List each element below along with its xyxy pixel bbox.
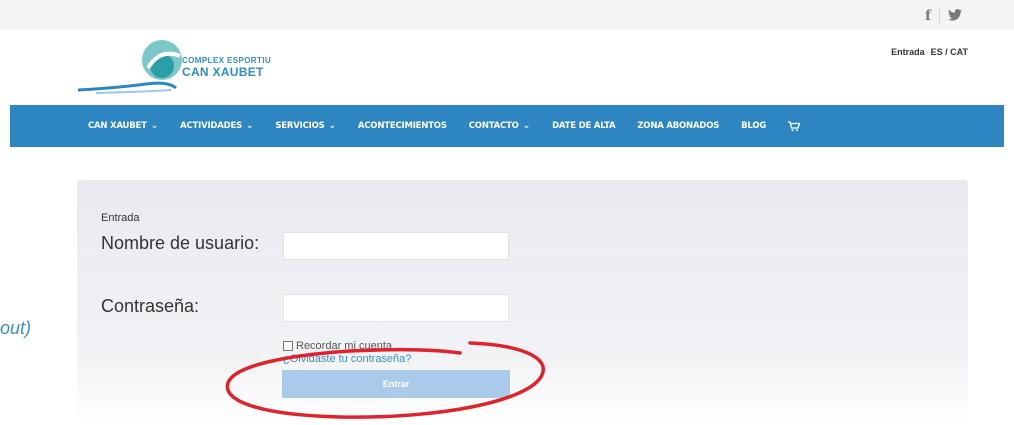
password-label: Contraseña: xyxy=(101,296,200,316)
login-button[interactable]: Entrar xyxy=(282,370,510,398)
logo-title: CAN XAUBET xyxy=(182,65,264,79)
nav-item-contacto[interactable]: CONTACTO ⌄ xyxy=(469,121,531,131)
nav-item-acontecimientos[interactable]: ACONTECIMIENTOS xyxy=(358,121,447,131)
nav-item-servicios[interactable]: SERVICIOS ⌄ xyxy=(275,121,336,131)
facebook-icon[interactable]: f xyxy=(925,8,931,24)
nav-item-zona-abonados[interactable]: ZONA ABONADOS xyxy=(637,121,719,131)
site-header: COMPLEX ESPORTIU CAN XAUBET Entrada ES /… xyxy=(0,30,1014,105)
main-nav: CAN XAUBET ⌄ ACTIVIDADES ⌄ SERVICIOS ⌄ ACON… xyxy=(10,105,1004,147)
entrada-link[interactable]: Entrada xyxy=(891,47,925,57)
chevron-down-icon: ⌄ xyxy=(150,121,159,131)
username-label: Nombre de usuario: xyxy=(101,233,260,253)
language-switch[interactable]: ES / CAT xyxy=(931,47,968,57)
cart-icon[interactable] xyxy=(788,120,801,132)
username-input[interactable] xyxy=(283,232,509,260)
password-input[interactable] xyxy=(283,294,509,322)
chevron-down-icon: ⌄ xyxy=(522,121,531,131)
header-links: Entrada ES / CAT xyxy=(891,47,968,57)
chevron-down-icon: ⌄ xyxy=(328,121,337,131)
nav-item-can-xaubet[interactable]: CAN XAUBET ⌄ xyxy=(88,121,158,131)
logo-subtitle: COMPLEX ESPORTIU xyxy=(182,56,272,65)
top-bar: f xyxy=(0,0,1014,30)
login-panel: Entrada Nombre de usuario: Contraseña: R… xyxy=(77,180,968,425)
remember-label: Recordar mi cuenta xyxy=(296,340,392,352)
cropped-text-fragment: out) xyxy=(0,318,32,338)
nav-item-actividades[interactable]: ACTIVIDADES ⌄ xyxy=(180,121,253,131)
divider xyxy=(939,9,940,23)
chevron-down-icon: ⌄ xyxy=(246,121,254,131)
twitter-icon[interactable] xyxy=(948,8,962,24)
social-links: f xyxy=(925,8,962,24)
nav-item-date-de-alta[interactable]: DATE DE ALTA xyxy=(552,121,615,131)
nav-item-blog[interactable]: BLOG xyxy=(741,121,766,131)
login-title: Entrada xyxy=(101,212,140,224)
forgot-password-link[interactable]: ¿Olvidaste tu contraseña? xyxy=(283,353,411,365)
remember-me[interactable]: Recordar mi cuenta xyxy=(283,340,392,352)
remember-checkbox[interactable] xyxy=(283,341,293,351)
